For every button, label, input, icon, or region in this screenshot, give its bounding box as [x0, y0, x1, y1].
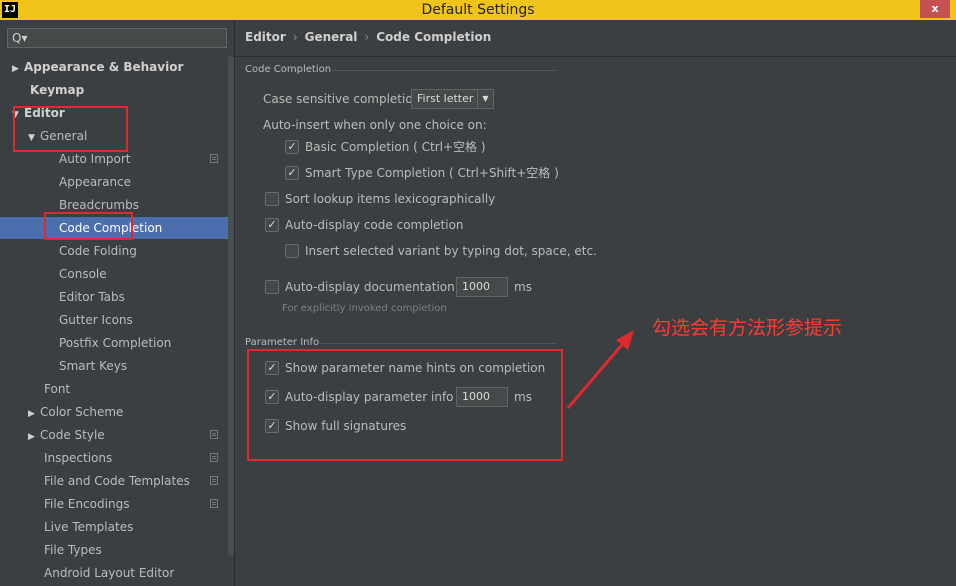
- sidebar-item-console[interactable]: Console: [0, 263, 234, 285]
- annotation-box-code-completion: [44, 212, 133, 240]
- settings-tree: Q▾ ▶ Appearance & Behavior Keymap ▼ Editor ▼ G…: [0, 20, 235, 586]
- sort-lookup-label: Sort lookup items lexicographically: [285, 192, 496, 206]
- sidebar-item-font[interactable]: Font: [0, 378, 234, 400]
- sidebar-item-android-layout-editor[interactable]: Android Layout Editor: [0, 562, 234, 584]
- chevron-right-icon[interactable]: ▶: [28, 403, 40, 425]
- sidebar-item-label: File and Code Templates: [44, 474, 190, 488]
- annotation-text: 勾选会有方法形参提示: [652, 317, 843, 339]
- smart-type-completion-checkbox[interactable]: ✓: [285, 165, 299, 180]
- sidebar-item-label: Font: [44, 382, 71, 396]
- sidebar-item-code-folding[interactable]: Code Folding: [0, 240, 234, 262]
- insert-selected-option[interactable]: Insert selected variant by typing dot, s…: [285, 241, 597, 261]
- sidebar-item-label: Code Folding: [59, 244, 137, 258]
- project-scope-icon: [210, 453, 218, 462]
- auto-display-code-option[interactable]: ✓ Auto-display code completion: [265, 215, 464, 235]
- breadcrumb-general[interactable]: General: [305, 30, 358, 44]
- basic-completion-option[interactable]: ✓ Basic Completion ( Ctrl+空格 ): [285, 137, 486, 157]
- sort-lookup-checkbox[interactable]: [265, 191, 279, 206]
- project-scope-icon: [210, 476, 218, 485]
- parameter-info-section-title: Parameter Info: [245, 337, 320, 348]
- project-scope-icon: [210, 154, 218, 163]
- sidebar-item-label: Console: [59, 267, 107, 281]
- sidebar-scrollbar[interactable]: [228, 56, 234, 556]
- sidebar-item-label: Keymap: [30, 83, 85, 97]
- sidebar-item-file-encodings[interactable]: File Encodings: [0, 493, 234, 515]
- auto-display-code-checkbox[interactable]: ✓: [265, 217, 279, 232]
- case-sensitive-label: Case sensitive completion:: [263, 92, 425, 106]
- sidebar-item-smart-keys[interactable]: Smart Keys: [0, 355, 234, 377]
- basic-completion-label: Basic Completion ( Ctrl+空格 ): [305, 140, 486, 154]
- sidebar-item-label: Breadcrumbs: [59, 198, 139, 212]
- sidebar-item-label: Inspections: [44, 451, 113, 465]
- smart-type-completion-label: Smart Type Completion ( Ctrl+Shift+空格 ): [305, 166, 559, 180]
- sidebar-item-label: File Types: [44, 543, 102, 557]
- sidebar-item-label: Android Layout Editor: [44, 566, 175, 580]
- sidebar-item-label: Color Scheme: [40, 405, 124, 419]
- breadcrumb-code-completion: Code Completion: [376, 30, 492, 44]
- sidebar-item-label: Live Templates: [44, 520, 134, 534]
- smart-type-completion-option[interactable]: ✓ Smart Type Completion ( Ctrl+Shift+空格 ): [285, 163, 559, 183]
- annotation-box-parameter-info: [247, 349, 563, 461]
- sidebar-item-label: Editor Tabs: [59, 290, 125, 304]
- insert-selected-checkbox[interactable]: [285, 243, 299, 258]
- chevron-right-icon[interactable]: ▶: [28, 426, 40, 448]
- case-sensitive-row: Case sensitive completion:: [263, 89, 424, 109]
- insert-selected-label: Insert selected variant by typing dot, s…: [305, 244, 597, 258]
- code-completion-section-title: Code Completion: [245, 64, 332, 75]
- sidebar-item-inspections[interactable]: Inspections: [0, 447, 234, 469]
- project-scope-icon: [210, 430, 218, 439]
- settings-search-input[interactable]: Q▾: [7, 28, 227, 48]
- breadcrumb: Editor › General › Code Completion: [245, 30, 491, 44]
- section-divider: [320, 343, 556, 344]
- chevron-down-icon: ▼: [477, 90, 493, 108]
- auto-insert-label: Auto-insert when only one choice on:: [263, 118, 487, 132]
- title-bar: IJ Default Settings x: [0, 0, 956, 20]
- sidebar-item-label: Postfix Completion: [59, 336, 172, 350]
- sidebar-item-editor-tabs[interactable]: Editor Tabs: [0, 286, 234, 308]
- search-icon: Q▾: [12, 31, 28, 45]
- sidebar-item-code-style[interactable]: ▶ Code Style: [0, 424, 234, 448]
- sidebar-item-live-templates[interactable]: Live Templates: [0, 516, 234, 538]
- auto-display-doc-checkbox[interactable]: [265, 279, 279, 294]
- doc-delay-input[interactable]: 1000: [456, 277, 508, 297]
- project-scope-icon: [210, 499, 218, 508]
- sidebar-item-label: Gutter Icons: [59, 313, 133, 327]
- annotation-box-editor-general: [13, 106, 128, 152]
- sort-lookup-option[interactable]: Sort lookup items lexicographically: [265, 189, 495, 209]
- breadcrumb-separator: ›: [292, 30, 298, 44]
- auto-display-code-label: Auto-display code completion: [285, 218, 464, 232]
- breadcrumb-editor[interactable]: Editor: [245, 30, 286, 44]
- sidebar-item-label: Smart Keys: [59, 359, 128, 373]
- sidebar-item-color-scheme[interactable]: ▶ Color Scheme: [0, 401, 234, 425]
- sidebar-item-label: Appearance & Behavior: [24, 60, 184, 74]
- close-button[interactable]: x: [920, 0, 950, 18]
- auto-display-doc-label: Auto-display documentation in: [285, 280, 470, 294]
- auto-display-doc-option[interactable]: Auto-display documentation in: [265, 277, 469, 297]
- section-divider: [332, 70, 556, 71]
- sidebar-item-label: Code Style: [40, 428, 105, 442]
- settings-content: Editor › General › Code Completion Code Comp…: [236, 20, 956, 586]
- sidebar-item-keymap[interactable]: Keymap: [0, 79, 234, 101]
- sidebar-item-label: Appearance: [59, 175, 132, 189]
- sidebar-item-gutter-icons[interactable]: Gutter Icons: [0, 309, 234, 331]
- sidebar-item-appearance[interactable]: Appearance: [0, 171, 234, 193]
- sidebar-item-label: File Encodings: [44, 497, 130, 511]
- chevron-right-icon[interactable]: ▶: [12, 58, 24, 80]
- doc-delay-unit: ms: [514, 280, 532, 294]
- sidebar-item-file-types[interactable]: File Types: [0, 539, 234, 561]
- case-sensitive-dropdown[interactable]: First letter ▼: [411, 89, 494, 109]
- sidebar-item-appearance-behavior[interactable]: ▶ Appearance & Behavior: [0, 56, 234, 80]
- case-sensitive-value: First letter: [417, 92, 474, 105]
- window-title: Default Settings: [421, 2, 535, 18]
- basic-completion-checkbox[interactable]: ✓: [285, 139, 299, 154]
- sidebar-item-postfix-completion[interactable]: Postfix Completion: [0, 332, 234, 354]
- sidebar-item-file-and-code-templates[interactable]: File and Code Templates: [0, 470, 234, 492]
- sidebar-item-label: Auto Import: [59, 152, 131, 166]
- breadcrumb-separator: ›: [364, 30, 370, 44]
- doc-hint: For explicitly invoked completion: [282, 303, 447, 314]
- breadcrumb-divider: [236, 56, 956, 57]
